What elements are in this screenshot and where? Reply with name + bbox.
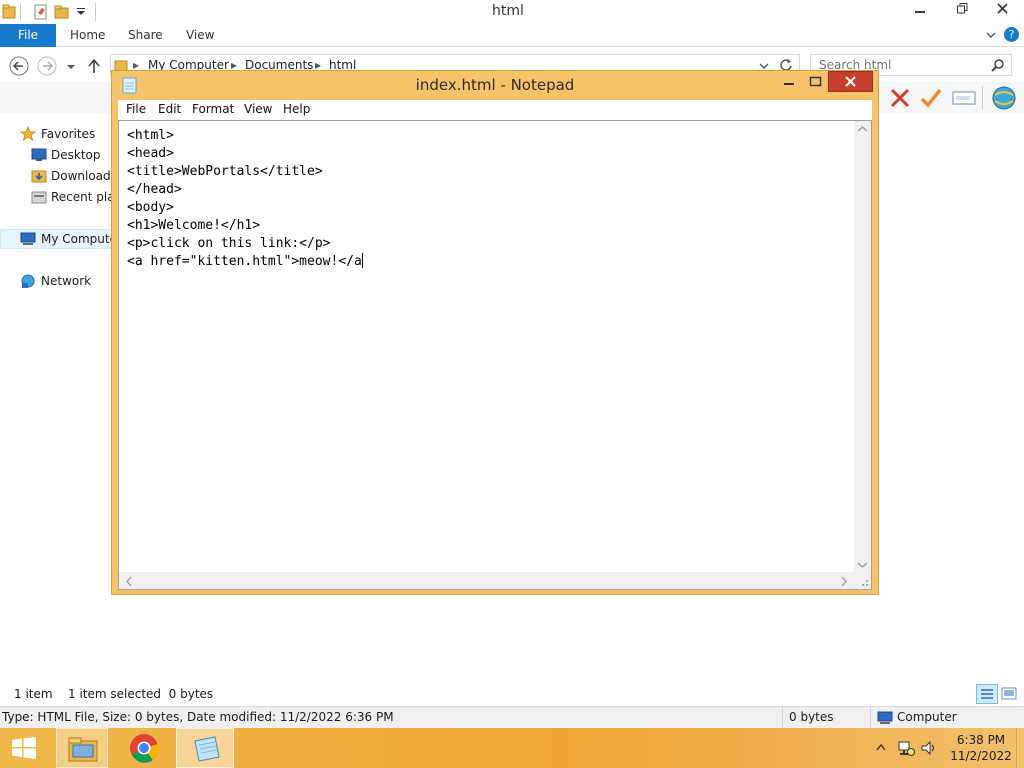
nav-desktop[interactable]: Desktop [0,145,112,165]
nav-network-label: Network [41,274,92,288]
nav-my-computer-label: My Computer [41,232,112,246]
nav-downloads[interactable]: Downloads [0,166,112,186]
checkmark-icon[interactable] [919,86,943,110]
recent-places-icon [31,191,47,204]
computer-icon [877,711,893,724]
notepad-window: index.html - Notepad File Edit Format Vi… [111,70,879,595]
taskbar-file-explorer[interactable] [56,728,108,768]
notepad-text-area[interactable]: <html> <head> <title>WebPortals</title> … [118,120,872,590]
resize-grip-icon [862,580,868,586]
nav-favorites[interactable]: Favorites [0,124,112,144]
selection-info: 1 item selected 0 bytes [68,687,214,701]
clock[interactable]: 6:38 PM 11/2/2022 [948,732,1014,764]
computer-icon [20,232,36,245]
taskbar-chrome[interactable] [118,728,170,768]
clock-date: 11/2/2022 [950,749,1012,763]
notepad-icon [194,736,220,762]
file-details: Type: HTML File, Size: 0 bytes, Date mod… [2,710,394,724]
restore-button[interactable] [944,0,980,22]
details-view-icon[interactable] [976,684,998,704]
notepad-title: index.html - Notepad [415,76,575,94]
window-title: html [492,3,524,19]
minimize-icon [784,83,794,85]
nav-recent-places-label: Recent places [51,190,112,204]
notepad-text: <html> <head> <title>WebPortals</title> … [127,128,362,269]
navigation-pane: Favorites Desktop Downloads Recent place… [0,114,112,674]
tab-home[interactable]: Home [70,24,105,47]
notepad-content[interactable]: <html> <head> <title>WebPortals</title> … [127,127,847,271]
menu-help[interactable]: Help [283,102,310,116]
nav-recent-places[interactable]: Recent places [0,187,112,207]
network-tray-icon[interactable] [897,739,915,757]
details-bar: Type: HTML File, Size: 0 bytes, Date mod… [0,706,1024,729]
ribbon-tabs: File Home Share View ? [0,24,1024,47]
back-arrow-icon[interactable] [9,56,29,76]
resize-grip[interactable] [854,572,871,589]
nav-favorites-label: Favorites [41,127,96,141]
restore-icon [956,3,967,14]
expand-ribbon-icon[interactable] [986,30,996,40]
tab-share[interactable]: Share [128,24,163,47]
scroll-right-icon[interactable] [840,576,848,587]
large-icons-view-icon[interactable] [1001,686,1017,702]
star-icon [20,126,36,142]
scroll-up-icon[interactable] [857,125,868,133]
globe-icon[interactable] [990,85,1018,111]
scroll-left-icon[interactable] [125,576,133,587]
menu-format[interactable]: Format [192,102,234,116]
rename-icon[interactable] [952,88,976,108]
menu-file[interactable]: File [126,102,146,116]
notepad-close-button[interactable] [828,71,873,92]
downloads-folder-icon [31,170,47,183]
volume-icon[interactable] [920,739,938,757]
notepad-minimize-button[interactable] [776,72,802,92]
taskbar: 6:38 PM 11/2/2022 [0,728,1024,768]
minimize-icon [915,11,925,13]
text-caret [361,253,363,268]
location-label: Computer [897,710,957,724]
close-icon [996,3,1008,14]
scroll-down-icon[interactable] [857,561,868,569]
tab-view[interactable]: View [186,24,214,47]
menu-edit[interactable]: Edit [158,102,181,116]
status-bar: 1 item 1 item selected 0 bytes [0,682,1024,706]
forward-arrow-icon[interactable] [37,56,57,76]
minimize-button[interactable] [900,0,940,22]
chrome-icon [130,734,159,763]
show-hidden-icons-icon[interactable] [876,743,886,751]
up-arrow-icon[interactable] [86,56,106,76]
nav-desktop-label: Desktop [51,148,101,162]
network-icon [21,274,35,288]
file-size: 0 bytes [789,710,834,724]
windows-logo-icon [12,737,36,759]
clock-time: 6:38 PM [956,733,1006,747]
taskbar-notepad[interactable] [176,728,234,768]
explorer-title-bar[interactable]: html [0,0,1024,24]
close-icon [845,76,856,87]
nav-downloads-label: Downloads [51,169,112,183]
file-tab[interactable]: File [0,24,56,47]
show-desktop-button[interactable] [1016,728,1024,768]
delete-x-icon[interactable] [888,86,912,110]
nav-network[interactable]: Network [0,271,112,291]
close-button[interactable] [982,0,1022,22]
nav-my-computer[interactable]: My Computer [0,229,112,249]
start-button[interactable] [0,728,50,768]
maximize-icon [809,76,822,87]
recent-locations-icon[interactable] [66,56,86,76]
item-count: 1 item [14,687,53,701]
desktop-icon [31,148,47,161]
menu-view[interactable]: View [244,102,272,116]
search-icon[interactable] [991,58,1005,72]
notepad-menu-bar: File Edit Format View Help [118,100,872,120]
vertical-scrollbar[interactable] [854,121,871,573]
notepad-maximize-button[interactable] [802,72,828,92]
file-explorer-icon [68,737,98,762]
help-icon[interactable]: ? [1004,27,1019,42]
horizontal-scrollbar[interactable] [119,572,854,589]
